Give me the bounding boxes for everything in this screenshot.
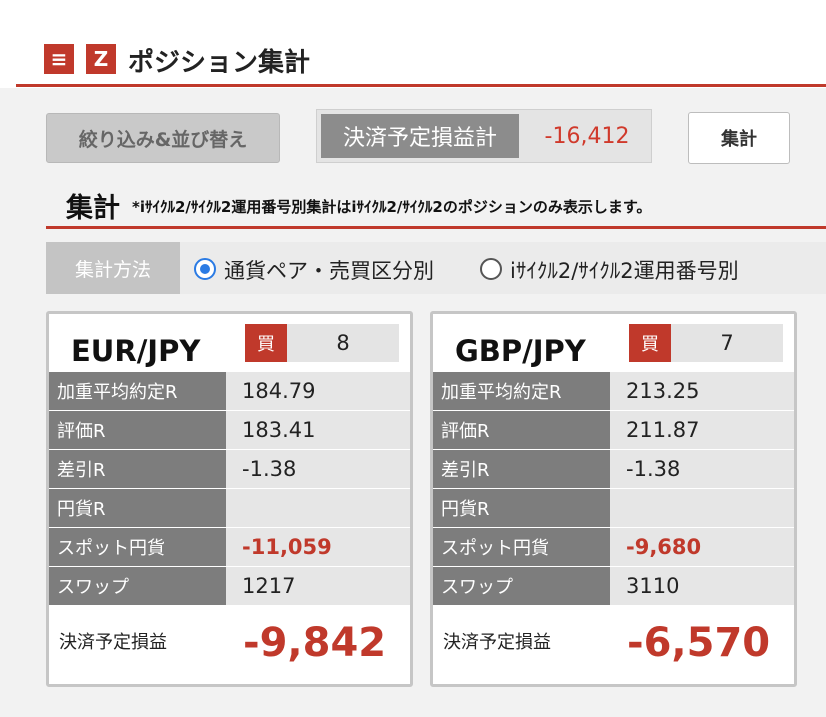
row-label: 円貨R (433, 489, 610, 527)
filter-sort-button[interactable]: 絞り込み&並び替え (46, 113, 280, 163)
side-qty: 買 8 (245, 324, 399, 362)
section-title: 集計 (66, 193, 120, 224)
radio-by-cycle-label[interactable]: iｻｲｸﾙ2/ｻｲｸﾙ2運用番号別 (510, 255, 739, 285)
detail-rows: 加重平均約定R 184.79 評価R 183.41 差引R -1.38 円貨R スポッ… (49, 372, 410, 606)
side-badge: 買 (629, 324, 671, 362)
row-avg-rate: 加重平均約定R 213.25 (433, 372, 794, 411)
row-value (226, 489, 410, 527)
row-label: スポット円貨 (49, 528, 226, 566)
header-divider (16, 84, 826, 87)
radio-by-pair-label[interactable]: 通貨ペア・売買区分別 (224, 255, 434, 285)
currency-pair: GBP/JPY (455, 334, 586, 368)
position-qty: 7 (720, 331, 734, 355)
row-label: 円貨R (49, 489, 226, 527)
position-qty: 8 (336, 331, 350, 355)
row-value: -1.38 (226, 450, 410, 488)
section-note: *iｻｲｸﾙ2/ｻｲｸﾙ2運用番号別集計はiｻｲｸﾙ2/ｻｲｸﾙ2のポジションの… (132, 198, 652, 216)
row-swap: スワップ 1217 (49, 567, 410, 606)
row-label: 評価R (49, 411, 226, 449)
method-label: 集計方法 (46, 242, 180, 294)
row-label: スワップ (433, 567, 610, 605)
row-value: 183.41 (226, 411, 410, 449)
side-qty: 買 7 (629, 324, 783, 362)
row-value (610, 489, 794, 527)
row-value: 3110 (610, 567, 794, 605)
row-label: スワップ (49, 567, 226, 605)
pl-label: 決済予定損益 (59, 632, 167, 653)
page-title: ポジション集計 (128, 48, 311, 78)
pl-total-value: -16,412 (544, 123, 630, 149)
row-spot-yen: スポット円貨 -11,059 (49, 528, 410, 567)
section-divider (46, 226, 826, 229)
pl-total-box: 決済予定損益計 -16,412 (316, 109, 652, 163)
row-avg-rate: 加重平均約定R 184.79 (49, 372, 410, 411)
menu-icon[interactable]: ≡ (44, 44, 74, 74)
pl-value: -9,842 (243, 620, 387, 666)
row-label: 差引R (433, 450, 610, 488)
row-eval-rate: 評価R 183.41 (49, 411, 410, 450)
row-eval-rate: 評価R 211.87 (433, 411, 794, 450)
row-swap: スワップ 3110 (433, 567, 794, 606)
app-header: ≡ Z ポジション集計 (0, 0, 826, 88)
row-label: スポット円貨 (433, 528, 610, 566)
row-value: -1.38 (610, 450, 794, 488)
row-label: 評価R (433, 411, 610, 449)
row-value: 213.25 (610, 372, 794, 410)
row-spot-yen: スポット円貨 -9,680 (433, 528, 794, 567)
sum-button[interactable]: 集計 (688, 112, 790, 164)
detail-rows: 加重平均約定R 213.25 評価R 211.87 差引R -1.38 円貨R スポッ… (433, 372, 794, 606)
row-value: 1217 (226, 567, 410, 605)
row-label: 差引R (49, 450, 226, 488)
row-value: 211.87 (610, 411, 794, 449)
row-value: -9,680 (610, 528, 794, 566)
radio-by-cycle[interactable] (480, 258, 502, 280)
pl-label: 決済予定損益 (443, 632, 551, 653)
row-diff-rate: 差引R -1.38 (49, 450, 410, 489)
row-label: 加重平均約定R (433, 372, 610, 410)
currency-pair: EUR/JPY (71, 334, 201, 368)
pl-value: -6,570 (627, 620, 771, 666)
side-badge: 買 (245, 324, 287, 362)
row-label: 加重平均約定R (49, 372, 226, 410)
pl-total-label: 決済予定損益計 (321, 114, 519, 158)
position-card-eurjpy: EUR/JPY 買 8 加重平均約定R 184.79 評価R 183.41 差引R -… (46, 311, 413, 687)
row-value: -11,059 (226, 528, 410, 566)
row-diff-rate: 差引R -1.38 (433, 450, 794, 489)
position-card-gbpjpy: GBP/JPY 買 7 加重平均約定R 213.25 評価R 211.87 差引R -… (430, 311, 797, 687)
row-value: 184.79 (226, 372, 410, 410)
radio-by-pair[interactable] (194, 258, 216, 280)
z-logo-icon[interactable]: Z (86, 44, 116, 74)
row-yen-rate: 円貨R (49, 489, 410, 528)
row-yen-rate: 円貨R (433, 489, 794, 528)
